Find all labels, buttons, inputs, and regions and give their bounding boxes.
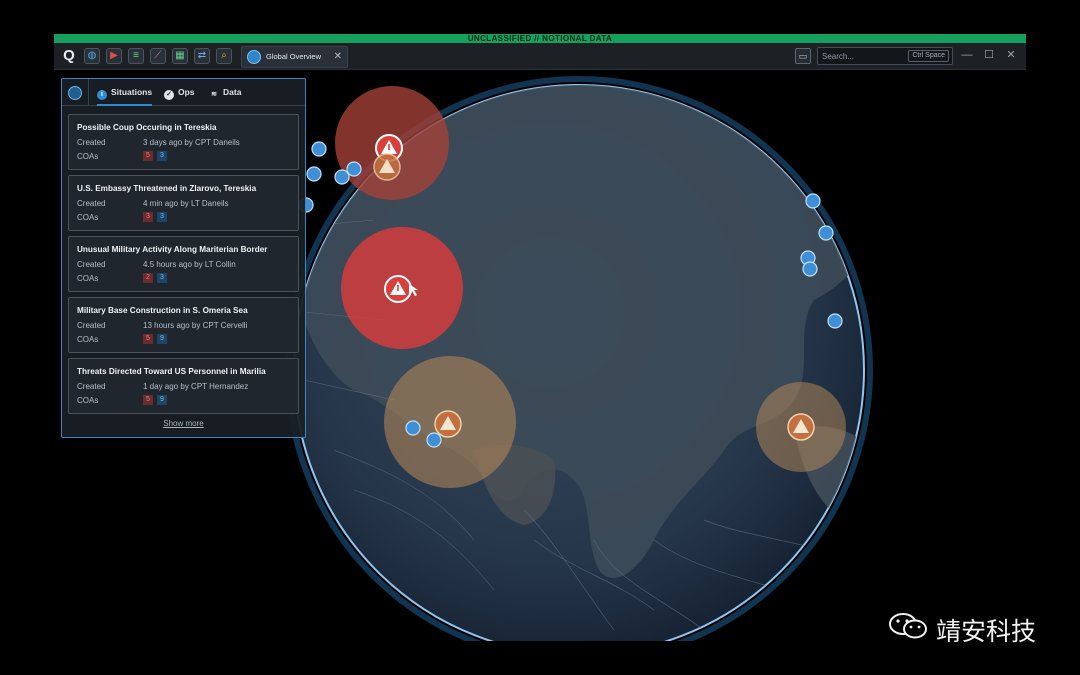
warning-triangle-icon[interactable] [384,275,412,303]
video-app-icon[interactable]: ▶ [106,48,122,64]
coa-blue-count: 9 [157,395,167,405]
wechat-icon [889,613,927,639]
coas-label: COAs [77,213,99,222]
stack-icon: ≋ [211,91,217,98]
inbox-icon[interactable]: ▭ [795,48,811,64]
coas-label: COAs [77,152,99,161]
warning-triangle-icon[interactable] [787,413,815,441]
aircraft-unit-icon[interactable] [805,193,821,209]
panel-header: i Situations ✓ Ops ≋ Data [62,79,305,106]
created-value: 13 hours ago by CPT Cervelli [143,321,248,330]
tab-data[interactable]: ≋ Data [209,79,241,106]
coas-label: COAs [77,335,99,344]
tab-label: Situations [111,87,153,97]
aircraft-unit-icon[interactable] [405,420,421,436]
created-label: Created [77,321,106,330]
search-app-icon[interactable]: ⌕ [216,48,232,64]
situation-title: Unusual Military Activity Along Mariteri… [77,245,268,254]
tab-label: Ops [178,87,195,97]
tab-global-overview[interactable]: Global Overview ✕ [241,46,348,68]
show-more-link[interactable]: Show more [62,419,305,428]
created-label: Created [77,138,106,147]
coa-blue-count: 9 [157,334,167,344]
coa-blue-count: 3 [157,212,167,222]
graph-app-icon[interactable]: ⟋ [150,48,166,64]
situation-title: U.S. Embassy Threatened in Zlarovo, Tere… [77,184,257,193]
maximize-icon[interactable]: ☐ [982,48,996,62]
situation-card[interactable]: Possible Coup Occuring in Tereskia Creat… [68,114,299,170]
coa-red-count: 3 [143,212,153,222]
search-input[interactable] [822,50,906,62]
situation-card[interactable]: Military Base Construction in S. Omeria … [68,297,299,353]
warning-triangle-icon[interactable] [373,153,401,181]
aircraft-unit-icon[interactable] [306,166,322,182]
tab-situations[interactable]: i Situations [97,79,153,106]
info-icon: i [97,90,107,100]
created-value: 3 days ago by CPT Daneils [143,138,240,147]
situation-card[interactable]: Unusual Military Activity Along Mariteri… [68,236,299,292]
globe-icon [247,50,261,64]
situation-card[interactable]: U.S. Embassy Threatened in Zlarovo, Tere… [68,175,299,231]
tab-label: Global Overview [266,52,322,61]
watermark-text: 靖安科技 [936,617,1037,646]
situations-panel: i Situations ✓ Ops ≋ Data Possible Coup Occ… [61,78,306,438]
aircraft-unit-icon[interactable] [827,313,843,329]
coa-blue-count: 3 [157,151,167,161]
coa-red-count: 5 [143,334,153,344]
created-value: 1 day ago by CPT Hernandez [143,382,249,391]
globe-icon [68,85,82,100]
link-app-icon[interactable]: ⇄ [194,48,210,64]
aircraft-unit-icon[interactable] [818,225,834,241]
created-value: 4.5 hours ago by LT Collin [143,260,236,269]
aircraft-unit-icon[interactable] [802,261,818,277]
app-logo[interactable]: Q [60,47,78,65]
window-close-icon[interactable]: ✕ [1004,48,1018,62]
panel-globe-button[interactable] [62,79,89,106]
created-label: Created [77,382,106,391]
search-shortcut: Ctrl Space [908,50,949,62]
classification-banner: UNCLASSIFIED // NOTIONAL DATA [54,34,1026,43]
tab-ops[interactable]: ✓ Ops [164,79,195,106]
search-box[interactable]: Ctrl Space [817,47,953,65]
title-bar: Q ◍ ▶ ≡ ⟋ ▦ ⇄ ⌕ Global Overview ✕ ▭ Ctrl… [54,43,1026,70]
tab-label: Data [223,87,242,97]
aircraft-unit-icon[interactable] [334,169,350,185]
coa-red-count: 5 [143,395,153,405]
created-label: Created [77,199,106,208]
coas-label: COAs [77,274,99,283]
coa-red-count: 2 [143,273,153,283]
app-window: UNCLASSIFIED // NOTIONAL DATA Q ◍ ▶ ≡ ⟋ … [54,34,1026,641]
situation-title: Military Base Construction in S. Omeria … [77,306,248,315]
warning-triangle-icon[interactable] [434,410,462,438]
table-app-icon[interactable]: ▦ [172,48,188,64]
situation-title: Possible Coup Occuring in Tereskia [77,123,217,132]
coa-blue-count: 3 [157,273,167,283]
close-icon[interactable]: ✕ [334,50,342,64]
aircraft-unit-icon[interactable] [311,141,327,157]
coa-red-count: 5 [143,151,153,161]
aircraft-unit-icon[interactable] [426,432,442,448]
check-circle-icon: ✓ [164,90,174,100]
timeline-app-icon[interactable]: ≡ [128,48,144,64]
coas-label: COAs [77,396,99,405]
situation-title: Threats Directed Toward US Personnel in … [77,367,266,376]
aircraft-unit-icon[interactable] [346,161,362,177]
created-value: 4 min ago by LT Daneils [143,199,229,208]
created-label: Created [77,260,106,269]
situation-card[interactable]: Threats Directed Toward US Personnel in … [68,358,299,414]
globe-app-icon[interactable]: ◍ [84,48,100,64]
minimize-icon[interactable]: — [960,48,974,62]
